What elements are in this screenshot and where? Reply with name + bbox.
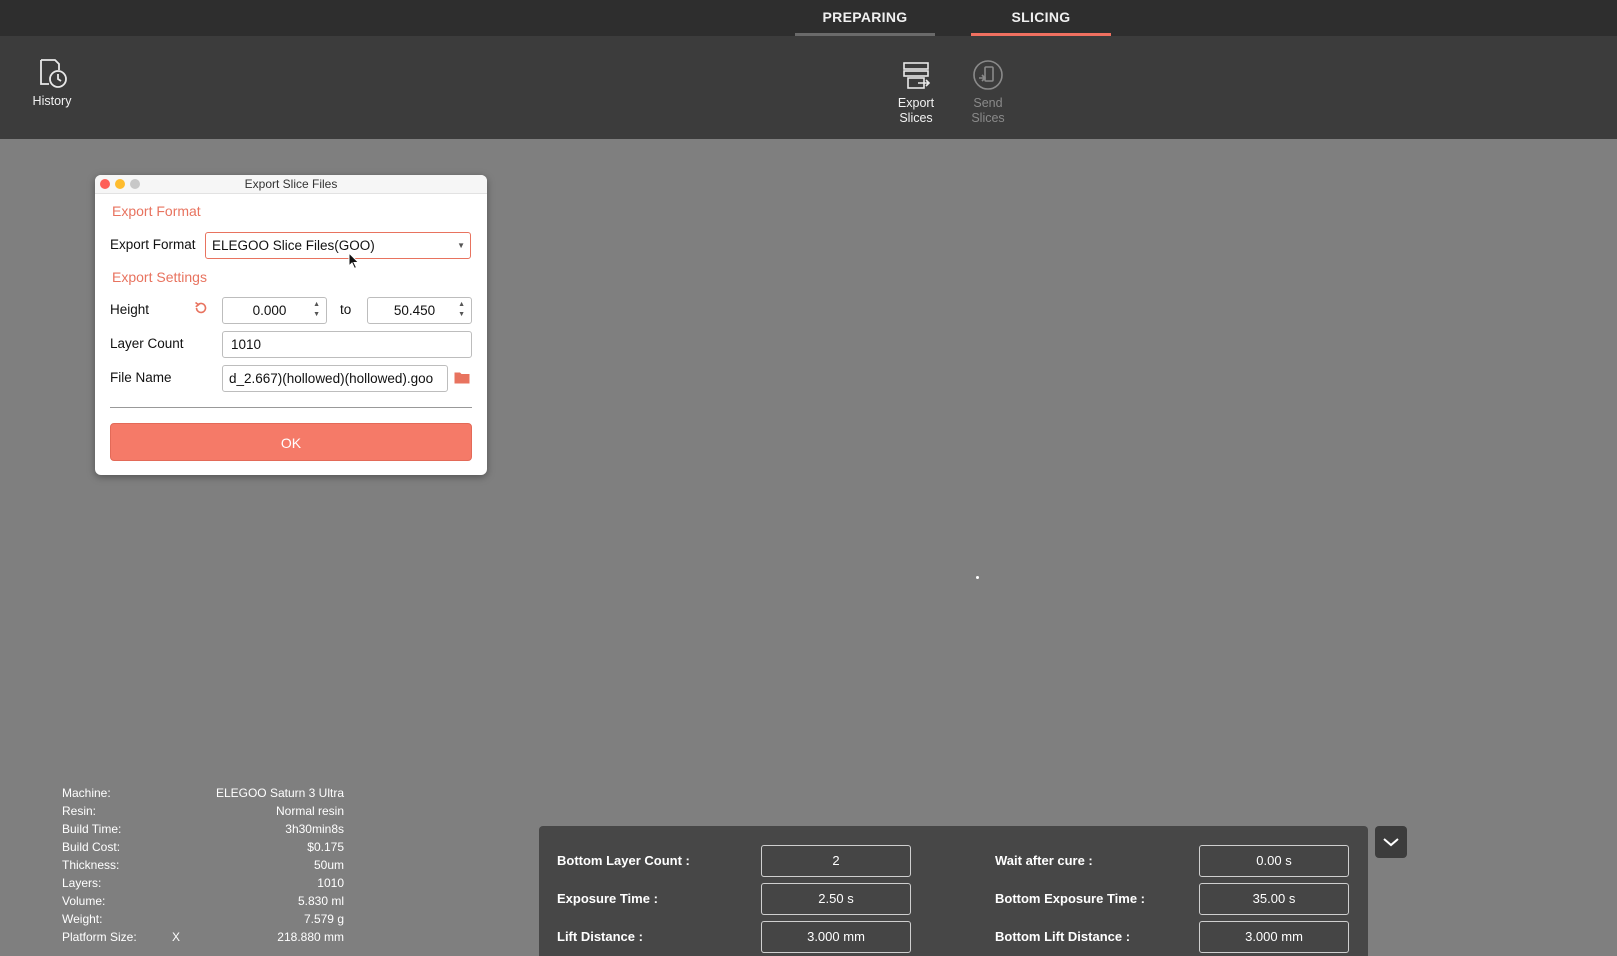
layer-count-field[interactable]: 1010 xyxy=(222,331,472,358)
exposure-time-field[interactable]: 2.50 s xyxy=(761,883,911,915)
send-slices-label-1: Send xyxy=(973,96,1003,110)
info-row: Build Time: 3h30min8s xyxy=(62,820,344,838)
info-value: $0.175 xyxy=(307,840,344,854)
bottom-lift-distance-field[interactable]: 3.000 mm xyxy=(1199,921,1349,953)
info-key: Weight: xyxy=(62,912,103,926)
info-value: 3h30min8s xyxy=(285,822,344,836)
info-row: Machine: ELEGOO Saturn 3 Ultra xyxy=(62,784,344,802)
minimize-window-button[interactable] xyxy=(115,179,125,189)
info-key: Layers: xyxy=(62,876,102,890)
height-to-stepper[interactable]: 50.450 ▲ ▼ xyxy=(367,297,472,324)
folder-icon[interactable] xyxy=(454,371,470,384)
info-value: 5.830 ml xyxy=(297,894,344,908)
info-row: Volume: 5.830 ml xyxy=(62,892,344,910)
info-key: Build Cost: xyxy=(62,840,121,854)
lift-distance-label: Lift Distance : xyxy=(557,929,643,944)
wait-after-cure-label: Wait after cure : xyxy=(995,853,1093,868)
layer-count-label: Layer Count xyxy=(110,336,184,351)
info-row: Thickness: 50um xyxy=(62,856,344,874)
tab-preparing[interactable]: PREPARING xyxy=(795,0,935,36)
lift-distance-field[interactable]: 3.000 mm xyxy=(761,921,911,953)
section-export-settings: Export Settings xyxy=(112,269,207,285)
layer-count-value: 1010 xyxy=(231,337,262,352)
collapse-panel-button[interactable] xyxy=(1375,826,1407,858)
mouse-cursor-icon xyxy=(348,252,360,270)
exposure-time-label: Exposure Time : xyxy=(557,891,658,906)
send-slices-label-2: Slices xyxy=(971,111,1005,125)
slice-parameters-panel: Bottom Layer Count : 2 Wait after cure :… xyxy=(539,826,1368,956)
tab-slicing[interactable]: SLICING xyxy=(971,0,1111,36)
info-value: 1010 xyxy=(317,876,344,890)
info-value: ELEGOO Saturn 3 Ultra xyxy=(215,786,344,800)
send-slices-icon xyxy=(973,60,1003,90)
close-window-button[interactable] xyxy=(100,179,110,189)
wait-after-cure-field[interactable]: 0.00 s xyxy=(1199,845,1349,877)
info-value: 7.579 g xyxy=(303,912,344,926)
info-key: Volume: xyxy=(62,894,106,908)
info-key: Platform Size: xyxy=(62,930,137,944)
toolbar: History Export Slices Send Slices xyxy=(0,36,1617,139)
file-name-field[interactable]: d_2.667)(hollowed)(hollowed).goo xyxy=(222,365,448,392)
export-slices-label-2: Slices xyxy=(899,111,933,125)
export-format-label: Export Format xyxy=(110,237,196,252)
export-format-value: ELEGOO Slice Files(GOO) xyxy=(212,238,375,253)
height-from-stepper[interactable]: 0.000 ▲ ▼ xyxy=(222,297,327,324)
history-icon xyxy=(40,59,67,88)
export-slices-icon xyxy=(903,62,931,89)
export-slices-button[interactable]: Export Slices xyxy=(888,58,944,126)
info-row: Weight: 7.579 g xyxy=(62,910,344,928)
info-mid: X xyxy=(172,930,181,944)
export-format-select[interactable]: ELEGOO Slice Files(GOO) ▼ xyxy=(205,232,471,259)
stepper-arrows-icon[interactable]: ▲ ▼ xyxy=(313,300,320,320)
stepper-arrows-icon[interactable]: ▲ ▼ xyxy=(458,300,465,320)
reset-icon[interactable] xyxy=(193,300,209,316)
info-row: Build Cost: $0.175 xyxy=(62,838,344,856)
print-info: Machine: ELEGOO Saturn 3 Ultra Resin: No… xyxy=(62,784,344,946)
info-key: Build Time: xyxy=(62,822,122,836)
info-value: 218.880 mm xyxy=(277,930,344,944)
file-name-label: File Name xyxy=(110,370,172,385)
info-key: Thickness: xyxy=(62,858,120,872)
dialog-title: Export Slice Files xyxy=(244,177,338,191)
info-value: Normal resin xyxy=(275,804,344,818)
bottom-exposure-time-label: Bottom Exposure Time : xyxy=(995,891,1146,906)
export-slice-files-dialog: Export Slice Files Export Format Export … xyxy=(95,175,487,475)
maximize-window-button[interactable] xyxy=(130,179,140,189)
chevron-down-icon: ▼ xyxy=(457,241,465,250)
height-label: Height xyxy=(110,302,150,317)
height-to-value: 50.450 xyxy=(393,303,436,318)
info-key: Machine: xyxy=(62,786,111,800)
export-slices-label-1: Export xyxy=(897,96,935,110)
info-key: Resin: xyxy=(62,804,97,818)
info-row: Layers: 1010 xyxy=(62,874,344,892)
dialog-titlebar[interactable]: Export Slice Files xyxy=(95,175,487,194)
send-slices-button[interactable]: Send Slices xyxy=(960,58,1016,126)
bottom-lift-distance-label: Bottom Lift Distance : xyxy=(995,929,1131,944)
info-row: Resin: Normal resin xyxy=(62,802,344,820)
info-row: Platform Size: X 218.880 mm xyxy=(62,928,344,946)
bottom-layer-count-label: Bottom Layer Count : xyxy=(557,853,690,868)
mode-tab-bar: PREPARING SLICING xyxy=(0,0,1617,36)
height-from-value: 0.000 xyxy=(252,303,287,318)
chevron-down-icon xyxy=(1383,838,1399,847)
height-to-word: to xyxy=(340,302,352,317)
bottom-layer-count-field[interactable]: 2 xyxy=(761,845,911,877)
bottom-exposure-time-field[interactable]: 35.00 s xyxy=(1199,883,1349,915)
canvas-point xyxy=(976,576,979,579)
history-button[interactable]: History xyxy=(26,56,78,109)
history-label: History xyxy=(32,94,72,108)
section-export-format: Export Format xyxy=(112,203,201,219)
ok-button[interactable]: OK xyxy=(110,423,472,461)
file-name-value: d_2.667)(hollowed)(hollowed).goo xyxy=(229,371,434,386)
dialog-divider xyxy=(110,407,472,408)
info-value: 50um xyxy=(313,858,344,872)
